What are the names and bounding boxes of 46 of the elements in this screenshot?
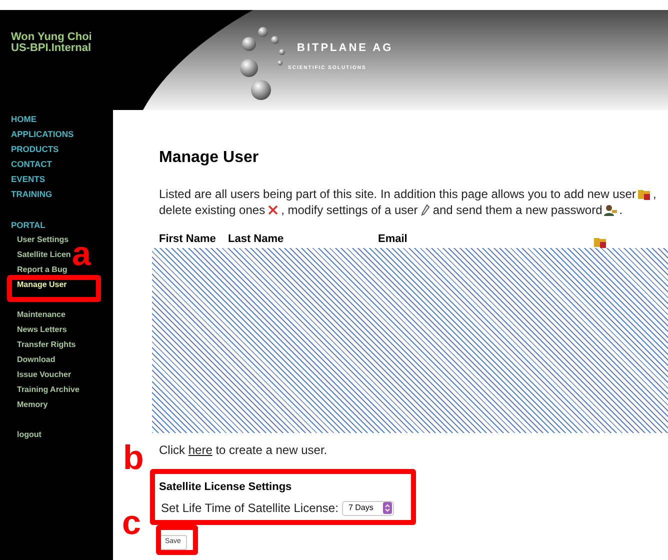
intro-text: delete existing ones — [159, 202, 266, 218]
portal-heading: PORTAL — [11, 219, 46, 232]
nav-link[interactable]: APPLICATIONS — [11, 128, 74, 143]
portal-link[interactable]: Manage User — [17, 279, 67, 294]
column-header: Last Name — [228, 232, 285, 247]
portal-link[interactable]: News Letters — [17, 324, 67, 339]
logo-title: BITPLANE AG — [297, 41, 394, 56]
stepper-icon — [383, 502, 392, 514]
intro-text: , — [652, 186, 656, 202]
nav-link[interactable]: PRODUCTS — [11, 143, 59, 158]
lifetime-label: Set Life Time of Satellite License: — [161, 500, 338, 517]
portal-link[interactable]: Transfer Rights — [17, 339, 76, 354]
portal-link[interactable]: Report a Bug — [17, 264, 68, 279]
portal-link[interactable]: Issue Voucher — [17, 369, 72, 384]
column-header: Email — [378, 232, 408, 247]
column-header: First Name — [159, 232, 217, 247]
annotation-letter: c — [122, 505, 141, 541]
portal-link[interactable]: Maintenance — [17, 309, 66, 324]
portal-link[interactable]: Training Archive — [17, 384, 80, 399]
portal-link[interactable]: User Settings — [17, 234, 69, 249]
nav-link[interactable]: CONTACT — [11, 158, 52, 173]
create-user-text: Click here to create a new user. — [159, 442, 328, 458]
lifetime-select[interactable]: 7 Days — [342, 500, 394, 516]
logout-link[interactable]: logout — [11, 429, 42, 441]
intro-text: Listed are all users being part of this site. In addition this page allows you to add new user — [159, 186, 636, 202]
nav-link[interactable]: EVENTS — [11, 173, 46, 188]
intro-text: and send them a new password — [432, 202, 602, 218]
folder-icon — [594, 236, 607, 248]
portal-link[interactable]: Satellite Licen — [17, 249, 71, 264]
portal-link[interactable]: Download — [17, 354, 56, 369]
user-key-icon — [604, 204, 618, 216]
annotation-letter: b — [123, 440, 144, 476]
nav-link[interactable]: HOME — [11, 113, 36, 128]
annotation-letter: a — [72, 243, 91, 265]
section-title: Satellite License Settings — [159, 480, 293, 494]
folder-icon — [638, 188, 651, 200]
intro-text: , modify settings of a user — [281, 202, 418, 218]
page-title: Manage User — [159, 148, 260, 168]
user-name: Won Yung Choi — [11, 32, 93, 43]
portal-link[interactable]: Memory — [17, 399, 48, 414]
pencil-icon — [420, 204, 430, 216]
nav-link[interactable]: TRAINING — [11, 188, 52, 203]
here-link[interactable]: here — [188, 442, 212, 456]
cross-icon — [268, 205, 278, 215]
intro-text: . — [619, 202, 623, 218]
user-group: US-BPI.Internal — [11, 43, 113, 54]
